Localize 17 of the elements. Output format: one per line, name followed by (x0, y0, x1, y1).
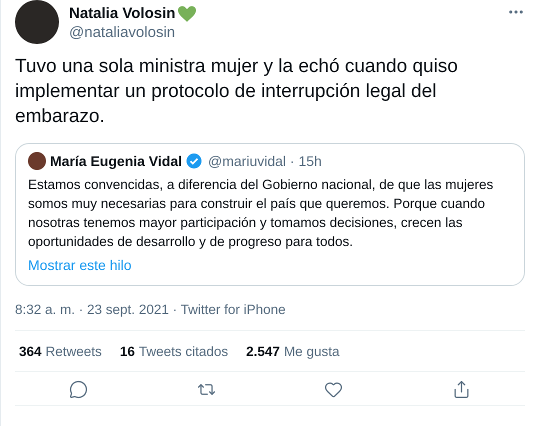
heart-icon (178, 6, 196, 22)
author-handle[interactable]: @nataliavolosin (69, 24, 497, 41)
quoted-handle-time: @mariuvidal · 15h (208, 153, 322, 169)
avatar[interactable] (15, 0, 59, 44)
author-name[interactable]: Natalia Volosin (69, 5, 176, 22)
stat-link[interactable]: 364 Retweets (19, 344, 102, 359)
reply-icon[interactable] (69, 380, 88, 399)
avatar (28, 152, 46, 170)
tweet-timestamp: 8:32 a. m. · 23 sept. 2021 · Twitter for iPhone (15, 302, 525, 331)
quoted-tweet-text: Estamos convencidas, a diferencia del Gobierno nacional, de que las mujeres somos muy necesarias para construir el país que queremos. Porque cuando nosotras tenemos mayor participación y tomamos decisiones, crecen las oportunidades de desarrollo y de progreso para todos. (28, 176, 494, 251)
tweet-text: Tuvo una sola ministra mujer y la echó cuando quiso implementar un protocolo de interrupción legal del embarazo. (15, 55, 459, 129)
stat-link[interactable]: 2.547 Me gusta (246, 344, 340, 359)
quoted-tweet-card[interactable] (15, 143, 525, 286)
like-icon[interactable] (324, 380, 344, 399)
quoted-author-name: María Eugenia Vidal (50, 153, 182, 169)
share-icon[interactable] (452, 380, 471, 399)
stat-link[interactable]: 16 Tweets citados (120, 344, 228, 359)
